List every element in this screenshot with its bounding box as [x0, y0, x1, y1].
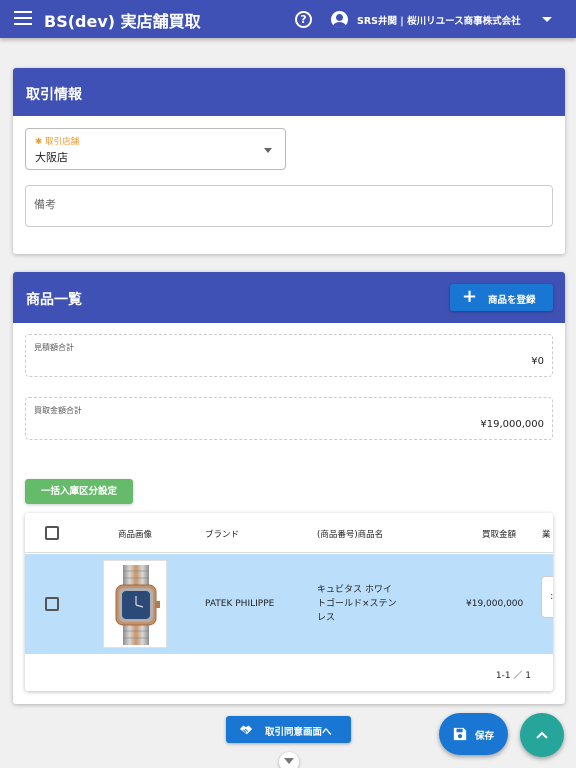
header-purchase-price[interactable]: 買取金額 [482, 528, 516, 540]
row-brand: PATEK PHILIPPE [205, 599, 275, 609]
add-product-button-label: 商品を登録 [488, 295, 536, 306]
header-product-name[interactable]: (商品番号)商品名 [317, 528, 383, 540]
agreement-screen-button-label: 取引同意画面へ [265, 727, 332, 738]
store-select-label: ✱ 取引店舗 [35, 135, 79, 147]
table-row[interactable]: PATEK PHILIPPE キュビタス ホワイ トゴールド×ステン レス ¥1… [25, 554, 553, 654]
required-mark: ✱ [35, 137, 43, 147]
row-checkbox[interactable] [45, 597, 59, 611]
app-bar: BS(dev) 実店舗買取 ? SRS井関 | 桜川リユース商事株式会社 [0, 0, 576, 38]
user-name[interactable]: SRS井関 | 桜川リユース商事株式会社 [357, 13, 521, 27]
trade-info-card: 取引情報 ✱ 取引店舗 大阪店 [13, 68, 565, 254]
bulk-stock-category-button[interactable]: 一括入庫区分設定 [25, 479, 133, 504]
product-list-card: 商品一覧 + 商品を登録 見積額合計 ¥0 買取金額合計 ¥19,000,000… [13, 272, 565, 704]
product-list-header: 商品一覧 + 商品を登録 [13, 272, 565, 323]
store-label-text: 取引店舗 [45, 137, 80, 147]
estimate-total-value: ¥0 [531, 356, 544, 367]
purchase-total-label: 買取金額合計 [34, 406, 82, 415]
agreement-screen-button[interactable]: 取引同意画面へ [226, 716, 351, 743]
row-product-name: キュビタス ホワイ トゴールド×ステン レス [317, 583, 397, 625]
row-action-field[interactable]: : [541, 576, 553, 618]
row-product-name-line: レス [317, 613, 336, 623]
help-icon[interactable]: ? [295, 11, 312, 28]
account-icon[interactable] [331, 11, 348, 28]
estimate-total-label: 見積額合計 [34, 343, 74, 352]
table-header-row: 商品画像 ブランド (商品番号)商品名 買取金額 業 [25, 513, 553, 553]
store-select-value: 大阪店 [35, 151, 68, 164]
product-image[interactable] [103, 560, 167, 648]
product-table: 商品画像 ブランド (商品番号)商品名 買取金額 業 PATEK PHILIPP… [25, 513, 553, 691]
header-image[interactable]: 商品画像 [118, 528, 152, 540]
row-product-name-line: トゴールド×ステン [317, 599, 397, 609]
chevron-down-icon[interactable] [542, 17, 552, 22]
handshake-icon [239, 725, 253, 735]
watch-image [115, 565, 160, 645]
select-all-checkbox[interactable] [45, 526, 59, 540]
pagination-info: 1-1 ／ 1 [495, 671, 531, 681]
row-product-name-line: キュビタス ホワイ [317, 585, 392, 595]
add-product-button[interactable]: + 商品を登録 [450, 284, 553, 311]
product-list-title: 商品一覧 [26, 292, 82, 308]
row-purchase-price: ¥19,000,000 [466, 599, 524, 609]
save-button-label: 保存 [475, 731, 495, 742]
purchase-total-box: 買取金額合計 ¥19,000,000 [25, 397, 553, 440]
note-field[interactable] [25, 185, 553, 227]
save-icon [453, 727, 467, 741]
plus-icon: + [462, 286, 478, 307]
trade-info-header: 取引情報 [13, 68, 565, 116]
arrow-up-icon [536, 731, 548, 739]
purchase-total-value: ¥19,000,000 [480, 419, 544, 430]
scroll-down-icon[interactable] [279, 752, 299, 768]
store-select[interactable]: ✱ 取引店舗 大阪店 [25, 128, 286, 170]
header-brand[interactable]: ブランド [205, 528, 239, 540]
save-button[interactable]: 保存 [439, 713, 508, 755]
menu-icon[interactable] [14, 11, 32, 27]
note-input[interactable] [34, 198, 534, 211]
scroll-top-button[interactable] [520, 713, 564, 757]
header-truncated[interactable]: 業 [542, 528, 551, 540]
estimate-total-box: 見積額合計 ¥0 [25, 334, 553, 377]
app-title: BS(dev) 実店舗買取 [44, 12, 201, 31]
trade-info-title: 取引情報 [26, 87, 82, 103]
dropdown-arrow-icon[interactable] [264, 148, 272, 153]
